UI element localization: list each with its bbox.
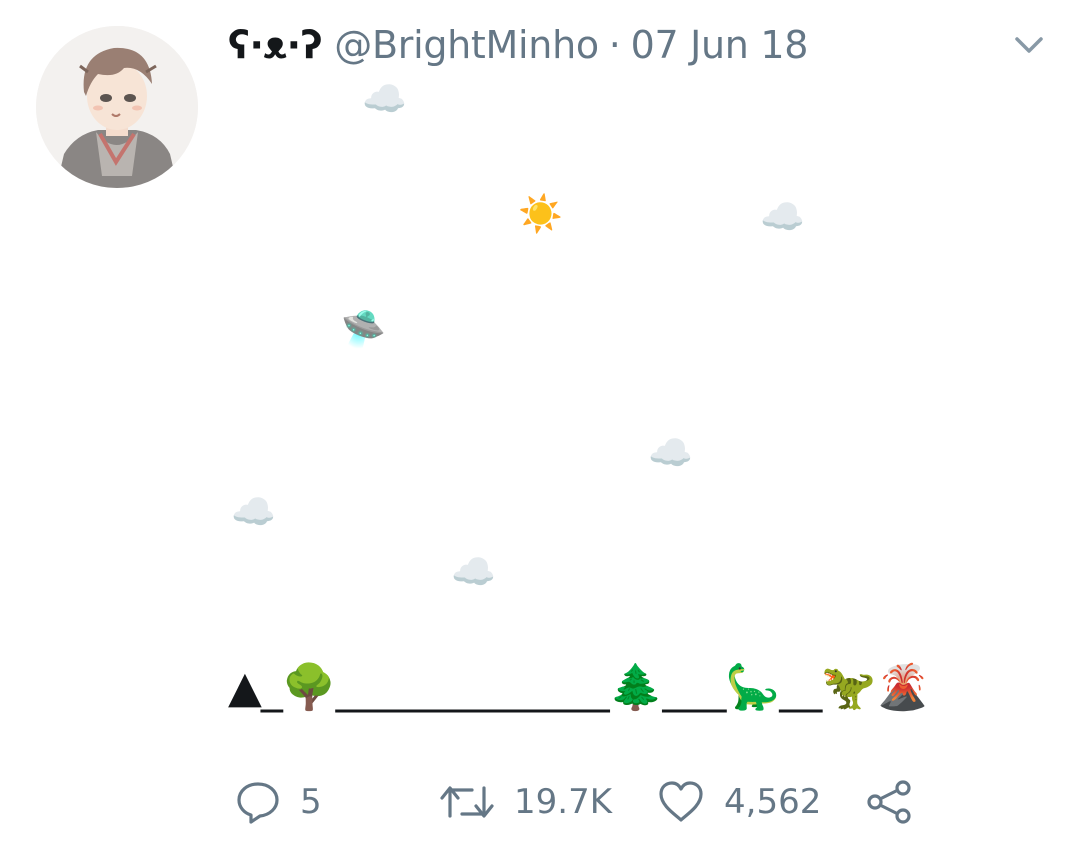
share-icon (867, 780, 911, 824)
retweet-button[interactable]: 19.7K (438, 772, 612, 832)
retweet-count: 19.7K (514, 782, 612, 822)
avatar[interactable] (36, 26, 198, 188)
tweet-menu-button[interactable] (1011, 30, 1047, 60)
tweet-date[interactable]: 07 Jun 18 (631, 23, 809, 67)
sun-emoji: ☀️ (518, 194, 563, 235)
reply-count: 5 (300, 782, 322, 822)
reply-icon (237, 782, 279, 824)
cloud-emoji-5: ☁️ (451, 552, 496, 593)
like-button[interactable]: 4,562 (656, 772, 821, 832)
anime-boy-sketch-avatar (36, 26, 198, 188)
emoji-ground-line: ▲_🌳_____________🌲___🦕__🦖🌋 (228, 662, 930, 713)
tweet-header: ʕ·ᴥ·ʔ @BrightMinho · 07 Jun 18 (228, 20, 808, 70)
heart-icon (659, 781, 703, 822)
header-separator: · (608, 23, 621, 67)
chevron-down-icon (1015, 37, 1043, 53)
cloud-emoji-3: ☁️ (648, 433, 693, 474)
share-button[interactable] (866, 772, 914, 832)
handle[interactable]: @BrightMinho (334, 23, 599, 67)
cloud-emoji-4: ☁️ (231, 492, 276, 533)
display-name[interactable]: ʕ·ᴥ·ʔ (228, 23, 323, 68)
cloud-emoji-1: ☁️ (362, 79, 407, 120)
reply-button[interactable]: 5 (234, 772, 322, 832)
retweet-icon (440, 786, 494, 818)
ufo-emoji: 🛸 (341, 309, 386, 350)
cloud-emoji-2: ☁️ (760, 197, 805, 238)
like-count: 4,562 (724, 782, 822, 822)
